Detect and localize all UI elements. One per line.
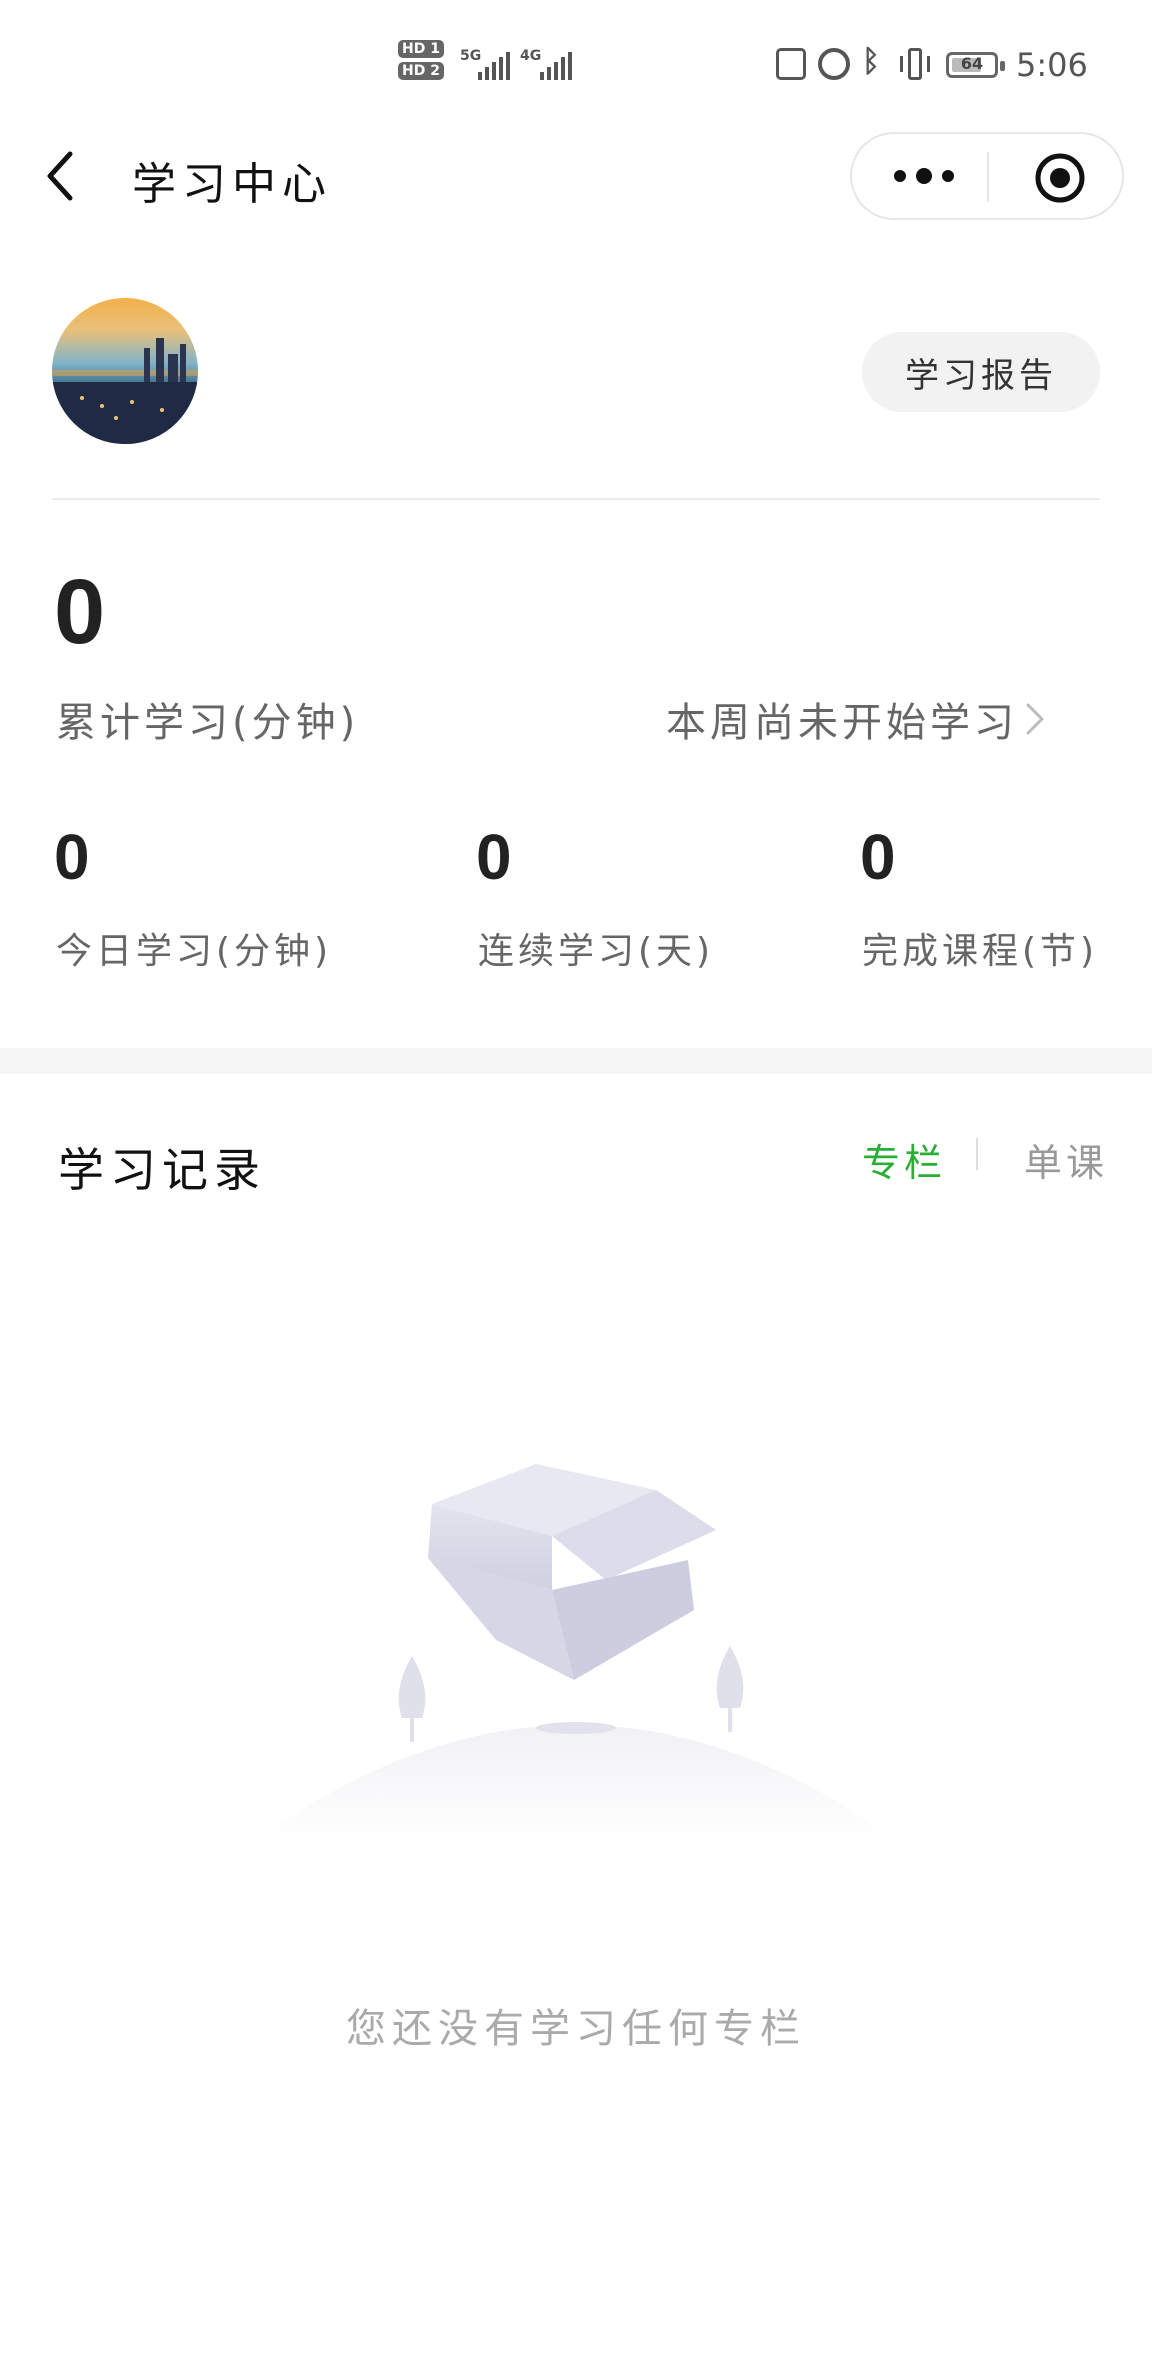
target-close-icon	[1035, 153, 1085, 203]
signal-icon-1	[478, 52, 510, 80]
battery-level: 64	[960, 54, 984, 73]
signal-icon-2	[540, 52, 572, 80]
total-minutes-value: 0	[54, 561, 106, 663]
battery-icon: 64	[946, 52, 998, 78]
hd1-badge: HD 1	[398, 40, 444, 58]
tab-column[interactable]: 专栏	[862, 1132, 946, 1187]
mini-program-capsule	[850, 132, 1124, 220]
today-minutes-value: 0	[54, 821, 90, 893]
empty-state-text: 您还没有学习任何专栏	[346, 2006, 806, 2052]
week-status-link[interactable]: 本周尚未开始学习	[666, 690, 1046, 748]
today-minutes-label: 今日学习(分钟)	[56, 931, 333, 972]
streak-days-value: 0	[476, 821, 512, 893]
more-button[interactable]	[894, 168, 954, 184]
tab-single-lesson[interactable]: 单课	[1024, 1132, 1108, 1187]
completed-lessons-label: 完成课程(节)	[862, 931, 1099, 972]
more-icon	[894, 170, 906, 182]
nfc-icon	[776, 48, 806, 80]
sim-badges: HD 1 HD 2	[398, 38, 444, 80]
battery-tip	[1000, 61, 1005, 71]
vibrate-icon	[900, 48, 930, 80]
avatar-cityscape-image	[52, 338, 198, 444]
completed-lessons-value: 0	[860, 821, 896, 893]
week-status-text: 本周尚未开始学习	[666, 700, 1018, 746]
alarm-icon	[818, 48, 850, 80]
streak-days-label: 连续学习(天)	[478, 931, 715, 972]
clock: 5:06	[1016, 46, 1088, 84]
section-separator	[0, 1048, 1152, 1074]
tab-separator	[976, 1138, 978, 1170]
avatar[interactable]	[52, 298, 198, 444]
empty-box-icon	[256, 1464, 896, 1840]
bluetooth-icon: ᛒ	[862, 44, 880, 79]
back-button[interactable]	[40, 146, 80, 206]
back-icon	[47, 151, 73, 201]
records-title: 学习记录	[58, 1143, 266, 1197]
close-miniprogram-button[interactable]	[1034, 152, 1086, 204]
empty-box-illustration	[256, 1440, 896, 1860]
page-title: 学习中心	[132, 159, 332, 210]
network-4g-label: 4G	[520, 48, 542, 64]
profile-divider	[52, 498, 1100, 500]
hd2-badge: HD 2	[398, 62, 444, 80]
learning-report-button[interactable]: 学习报告	[862, 332, 1100, 412]
status-bar: HD 1 HD 2 5G 4G ᛒ 64 5:06	[0, 0, 1152, 130]
capsule-divider	[987, 152, 989, 202]
chevron-right-icon	[1026, 703, 1044, 735]
total-minutes-label: 累计学习(分钟)	[56, 700, 360, 746]
